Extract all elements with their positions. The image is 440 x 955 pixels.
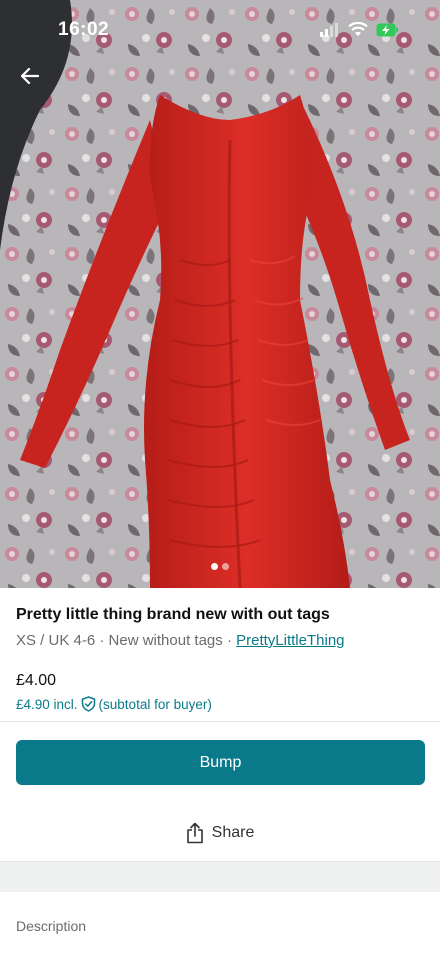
battery-icon [376,23,398,36]
carousel-dot[interactable] [211,563,218,570]
status-icons [320,22,398,37]
size-text: XS / UK 4-6 [16,632,96,649]
share-label: Share [211,824,255,841]
share-icon [186,822,203,844]
description-label: Description [16,918,87,934]
price-incl: £4.90 incl. [16,696,78,712]
carousel-dot[interactable] [222,563,229,570]
arrow-left-icon [21,68,39,84]
bump-label: Bump [199,753,242,771]
back-button[interactable] [14,60,46,92]
brand-link[interactable]: PrettyLittleThing [236,632,344,649]
share-button[interactable]: Share [0,817,440,849]
separator: · [222,632,237,649]
listing-details: XS / UK 4-6 · New without tags · PrettyL… [16,631,426,651]
status-bar: 16:02 [0,0,440,60]
price-incl-row[interactable]: £4.90 incl. (subtotal for buyer) [16,696,426,712]
wifi-icon [348,22,368,36]
listing-info: Pretty little thing brand new with out t… [16,605,426,712]
price-note: (subtotal for buyer) [98,696,212,712]
bump-button[interactable]: Bump [16,740,425,785]
condition-text: New without tags [108,632,223,649]
signal-icon [320,22,338,37]
listing-title: Pretty little thing brand new with out t… [16,606,330,623]
section-separator [0,862,440,892]
carousel-indicator [0,563,440,570]
shield-check-icon [81,696,95,712]
status-time: 16:02 [58,19,110,40]
divider [0,721,440,722]
separator: · [95,632,109,649]
product-photo[interactable] [0,0,440,588]
product-image [0,0,440,588]
price: £4.00 [16,672,57,689]
